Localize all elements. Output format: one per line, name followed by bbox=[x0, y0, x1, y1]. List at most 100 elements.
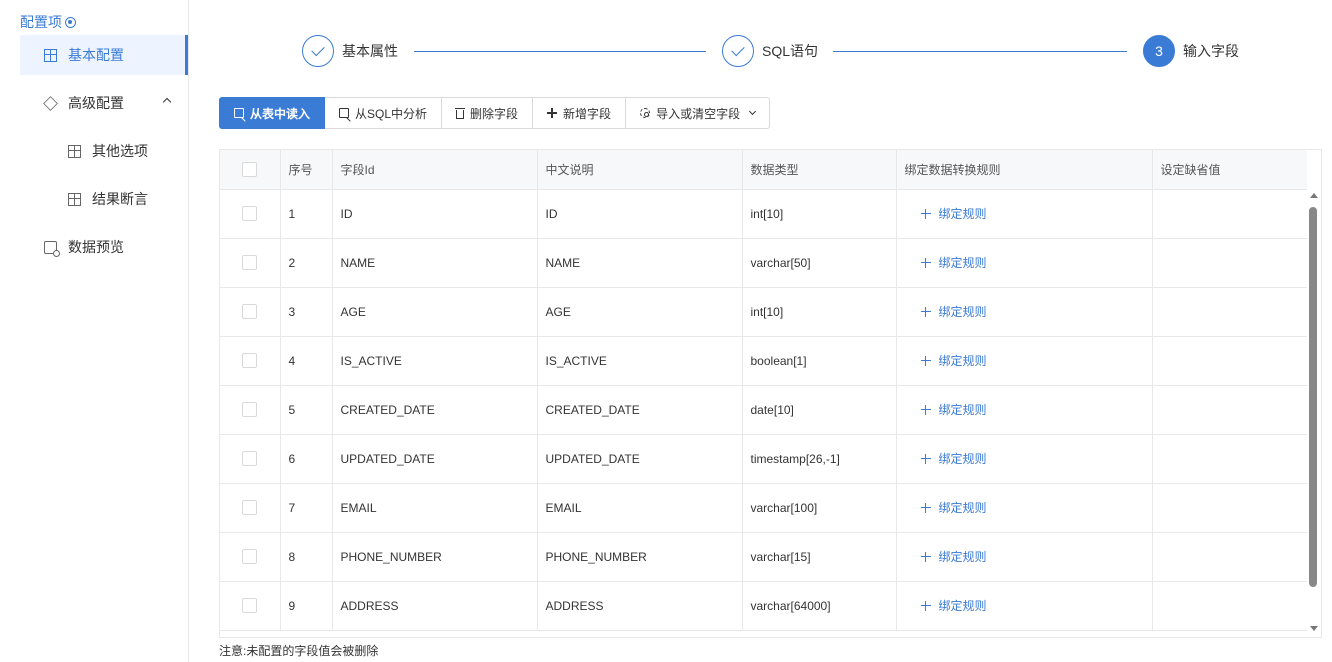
cell-default-value[interactable] bbox=[1152, 385, 1307, 435]
cell-number: 5 bbox=[280, 385, 333, 435]
cell-data-type[interactable]: varchar[64000] bbox=[742, 581, 897, 631]
row-checkbox[interactable] bbox=[242, 549, 258, 564]
cell-data-type[interactable]: varchar[15] bbox=[742, 532, 897, 582]
bind-rule-link[interactable]: 绑定规则 bbox=[905, 254, 1152, 271]
toolbar: 从表中读入 从SQL中分析 删除字段 新增字段 导入或清空字段 bbox=[219, 97, 771, 129]
cell-field-id[interactable]: UPDATED_DATE bbox=[332, 434, 538, 484]
cell-data-type[interactable]: varchar[50] bbox=[742, 238, 897, 288]
bind-rule-link[interactable]: 绑定规则 bbox=[905, 352, 1152, 369]
cell-bind-rule: 绑定规则 bbox=[896, 532, 1153, 582]
target-icon[interactable] bbox=[65, 16, 76, 28]
cell-default-value[interactable] bbox=[1152, 581, 1307, 631]
select-all-checkbox[interactable] bbox=[242, 161, 258, 177]
bind-rule-link[interactable]: 绑定规则 bbox=[905, 597, 1152, 614]
table-row[interactable]: 6 UPDATED_DATE UPDATED_DATE timestamp[26,-1… bbox=[220, 434, 1307, 484]
cell-description[interactable]: ID bbox=[537, 189, 743, 239]
table-row[interactable]: 5 CREATED_DATE CREATED_DATE date[10] 绑定规则 bbox=[220, 385, 1307, 435]
cell-default-value[interactable] bbox=[1152, 287, 1307, 337]
bind-rule-label: 绑定规则 bbox=[938, 501, 987, 515]
step-done-indicator bbox=[722, 35, 754, 67]
cell-default-value[interactable] bbox=[1152, 532, 1307, 582]
cell-default-value[interactable] bbox=[1152, 434, 1307, 484]
column-header: 数据类型 bbox=[742, 150, 897, 190]
bind-rule-label: 绑定规则 bbox=[938, 256, 987, 270]
cell-data-type[interactable]: varchar[100] bbox=[742, 483, 897, 533]
cell-description[interactable]: ADDRESS bbox=[537, 581, 743, 631]
read-from-table-button[interactable]: 从表中读入 bbox=[219, 97, 326, 129]
cell-description[interactable]: AGE bbox=[537, 287, 743, 337]
cell-bind-rule: 绑定规则 bbox=[896, 434, 1153, 484]
cell-data-type[interactable]: timestamp[26,-1] bbox=[742, 434, 897, 484]
sidebar-item-basic-config[interactable]: 基本配置 bbox=[20, 35, 188, 75]
row-checkbox[interactable] bbox=[242, 353, 258, 368]
row-checkbox[interactable] bbox=[242, 206, 258, 221]
scroll-up-icon[interactable] bbox=[1310, 193, 1318, 198]
table-row[interactable]: 8 PHONE_NUMBER PHONE_NUMBER varchar[15] 绑定规则 bbox=[220, 532, 1307, 582]
sidebar-item-result-assertion[interactable]: 结果断言 bbox=[20, 179, 188, 219]
table-row[interactable]: 2 NAME NAME varchar[50] 绑定规则 bbox=[220, 238, 1307, 288]
bind-rule-link[interactable]: 绑定规则 bbox=[905, 548, 1152, 565]
bind-rule-link[interactable]: 绑定规则 bbox=[905, 499, 1152, 516]
cell-field-id[interactable]: CREATED_DATE bbox=[332, 385, 538, 435]
plus-icon bbox=[920, 600, 931, 611]
sidebar-item-label: 基本配置 bbox=[68, 47, 124, 63]
table-row[interactable]: 7 EMAIL EMAIL varchar[100] 绑定规则 bbox=[220, 483, 1307, 533]
check-icon bbox=[311, 42, 325, 57]
table-row[interactable]: 9 ADDRESS ADDRESS varchar[64000] 绑定规则 bbox=[220, 581, 1307, 631]
cell-data-type[interactable]: boolean[1] bbox=[742, 336, 897, 386]
cell-field-id[interactable]: ID bbox=[332, 189, 538, 239]
bind-rule-link[interactable]: 绑定规则 bbox=[905, 205, 1152, 222]
table-row[interactable]: 3 AGE AGE int[10] 绑定规则 bbox=[220, 287, 1307, 337]
cell-field-id[interactable]: NAME bbox=[332, 238, 538, 288]
cell-description[interactable]: UPDATED_DATE bbox=[537, 434, 743, 484]
row-checkbox[interactable] bbox=[242, 255, 258, 270]
button-label: 导入或清空字段 bbox=[656, 106, 741, 121]
bind-rule-link[interactable]: 绑定规则 bbox=[905, 303, 1152, 320]
table-row[interactable]: 1 ID ID int[10] 绑定规则 bbox=[220, 189, 1307, 239]
row-checkbox[interactable] bbox=[242, 500, 258, 515]
sidebar-item-other-options[interactable]: 其他选项 bbox=[20, 131, 188, 171]
delete-field-button[interactable]: 删除字段 bbox=[442, 97, 534, 129]
bind-rule-link[interactable]: 绑定规则 bbox=[905, 401, 1152, 418]
cell-description[interactable]: PHONE_NUMBER bbox=[537, 532, 743, 582]
sidebar-item-data-preview[interactable]: 数据预览 bbox=[20, 227, 188, 267]
bind-rule-label: 绑定规则 bbox=[938, 354, 987, 368]
bind-rule-link[interactable]: 绑定规则 bbox=[905, 450, 1152, 467]
cell-field-id[interactable]: AGE bbox=[332, 287, 538, 337]
select-all-cell bbox=[220, 150, 281, 190]
cell-default-value[interactable] bbox=[1152, 336, 1307, 386]
cell-description[interactable]: IS_ACTIVE bbox=[537, 336, 743, 386]
table-row[interactable]: 4 IS_ACTIVE IS_ACTIVE boolean[1] 绑定规则 bbox=[220, 336, 1307, 386]
cell-description[interactable]: NAME bbox=[537, 238, 743, 288]
row-checkbox[interactable] bbox=[242, 598, 258, 613]
step-done-indicator bbox=[302, 35, 334, 67]
sidebar-item-label: 结果断言 bbox=[92, 191, 148, 207]
cell-data-type[interactable]: int[10] bbox=[742, 189, 897, 239]
scroll-down-icon[interactable] bbox=[1310, 626, 1318, 631]
plus-icon bbox=[920, 208, 931, 219]
scroll-thumb[interactable] bbox=[1309, 207, 1317, 587]
sidebar-item-label: 其他选项 bbox=[92, 143, 148, 159]
cell-field-id[interactable]: IS_ACTIVE bbox=[332, 336, 538, 386]
cell-field-id[interactable]: EMAIL bbox=[332, 483, 538, 533]
cell-description[interactable]: CREATED_DATE bbox=[537, 385, 743, 435]
cell-data-type[interactable]: date[10] bbox=[742, 385, 897, 435]
cell-default-value[interactable] bbox=[1152, 483, 1307, 533]
cell-field-id[interactable]: PHONE_NUMBER bbox=[332, 532, 538, 582]
add-field-button[interactable]: 新增字段 bbox=[533, 97, 627, 129]
row-checkbox[interactable] bbox=[242, 304, 258, 319]
row-checkbox[interactable] bbox=[242, 451, 258, 466]
table-scrollbar[interactable] bbox=[1305, 189, 1321, 637]
cell-default-value[interactable] bbox=[1152, 238, 1307, 288]
import-clear-dropdown[interactable]: 导入或清空字段 bbox=[626, 97, 771, 129]
step-label: 基本属性 bbox=[342, 43, 398, 59]
row-checkbox[interactable] bbox=[242, 402, 258, 417]
sidebar-item-advanced-config[interactable]: 高级配置 bbox=[20, 83, 188, 123]
step-number-indicator: 3 bbox=[1143, 35, 1175, 67]
analyze-sql-button[interactable]: 从SQL中分析 bbox=[325, 97, 443, 129]
cell-default-value[interactable] bbox=[1152, 189, 1307, 239]
cell-data-type[interactable]: int[10] bbox=[742, 287, 897, 337]
cell-description[interactable]: EMAIL bbox=[537, 483, 743, 533]
row-select-cell bbox=[220, 238, 281, 288]
cell-field-id[interactable]: ADDRESS bbox=[332, 581, 538, 631]
